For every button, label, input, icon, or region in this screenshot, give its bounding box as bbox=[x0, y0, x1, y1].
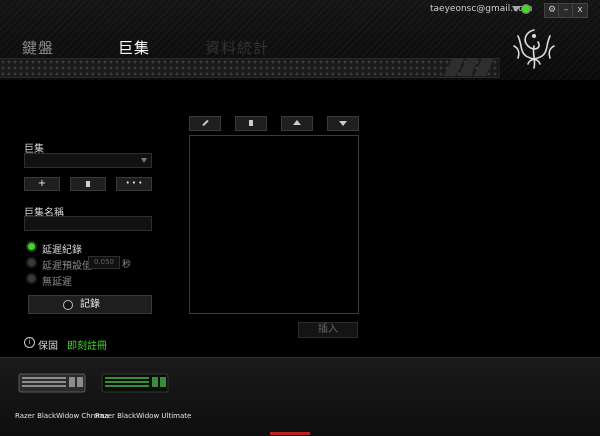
record-button[interactable]: 記錄 bbox=[28, 295, 152, 314]
device-strip bbox=[0, 357, 600, 436]
radio-record-delay[interactable] bbox=[28, 243, 35, 250]
online-status-icon bbox=[522, 5, 530, 13]
trash-icon bbox=[86, 181, 90, 187]
tab-keyboard[interactable]: 鍵盤 bbox=[22, 37, 54, 58]
move-up-button[interactable] bbox=[281, 116, 313, 131]
no-delay-label: 無延遲 bbox=[42, 277, 72, 288]
device-label-ultimate: Razer BlackWidow Ultimate bbox=[95, 412, 192, 420]
keyboard-ultimate-icon bbox=[101, 373, 169, 393]
delete-step-button[interactable] bbox=[235, 116, 267, 131]
radio-default-delay[interactable] bbox=[28, 259, 35, 266]
record-delay-label: 延遲紀錄 bbox=[42, 245, 82, 256]
add-macro-button[interactable]: + bbox=[24, 177, 60, 191]
more-options-button[interactable]: • • • bbox=[116, 177, 152, 191]
chevron-down-icon bbox=[141, 158, 147, 163]
tab-stats[interactable]: 資料統計 bbox=[205, 37, 269, 58]
header-hex-bar bbox=[0, 58, 500, 78]
macro-steps-list[interactable] bbox=[189, 135, 359, 314]
device-item-chroma[interactable] bbox=[18, 368, 86, 394]
device-item-ultimate[interactable] bbox=[101, 368, 169, 394]
user-dropdown-icon[interactable] bbox=[512, 6, 520, 12]
record-icon bbox=[63, 300, 73, 310]
razer-logo-icon bbox=[513, 29, 555, 69]
insert-button[interactable]: 插入 bbox=[298, 322, 358, 338]
delay-value-input[interactable]: 0.050 bbox=[88, 256, 120, 269]
warranty-link[interactable]: 保固 bbox=[38, 337, 58, 352]
keyboard-chroma-icon bbox=[18, 373, 86, 393]
pencil-icon bbox=[202, 119, 209, 127]
arrow-down-icon bbox=[339, 121, 347, 126]
edit-button[interactable] bbox=[189, 116, 221, 131]
delete-macro-button[interactable] bbox=[70, 177, 106, 191]
arrow-up-icon bbox=[293, 120, 301, 125]
move-down-button[interactable] bbox=[327, 116, 359, 131]
close-button[interactable]: x bbox=[572, 3, 588, 18]
tab-macro[interactable]: 巨集 bbox=[118, 37, 150, 58]
trash-icon bbox=[249, 120, 253, 126]
register-link[interactable]: 即刻註冊 bbox=[67, 337, 107, 352]
info-icon: i bbox=[24, 337, 35, 348]
default-delay-label: 延遲預設值 bbox=[42, 261, 92, 272]
radio-no-delay[interactable] bbox=[28, 275, 35, 282]
macro-name-input[interactable] bbox=[24, 216, 152, 231]
delay-unit-label: 秒 bbox=[122, 260, 132, 270]
macro-select[interactable] bbox=[24, 153, 152, 168]
